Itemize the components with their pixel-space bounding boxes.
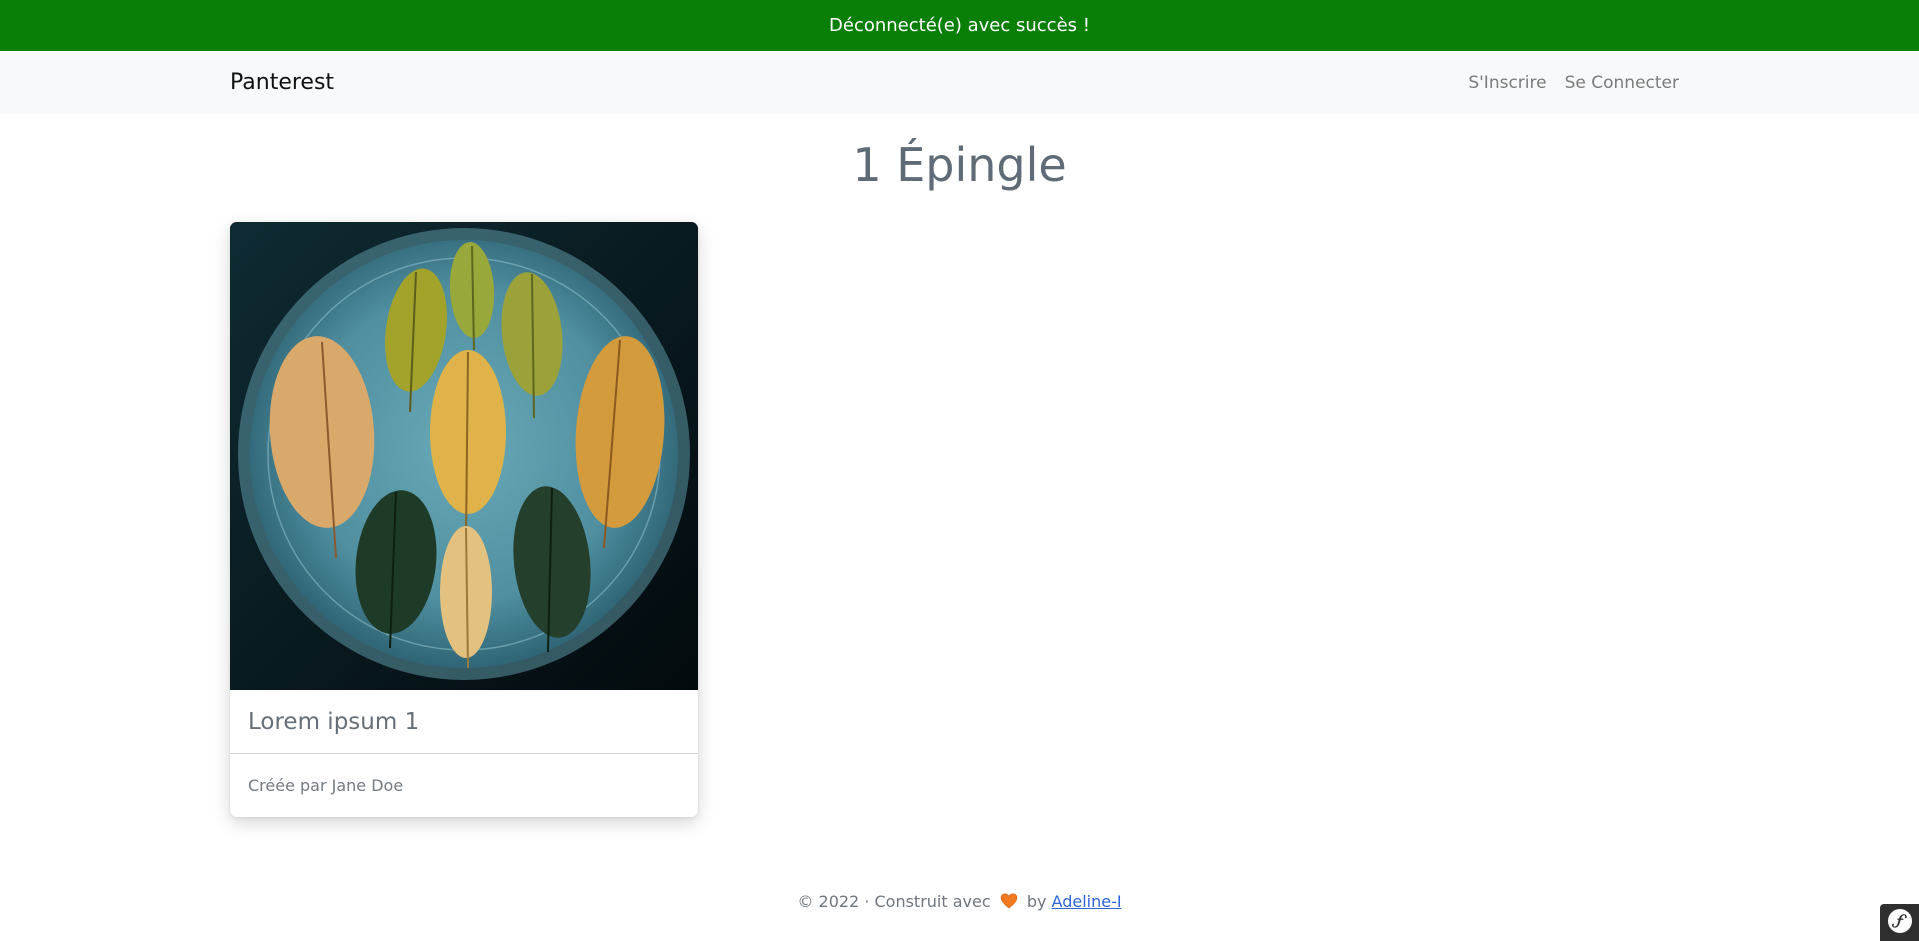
brand-link[interactable]: Panterest [230, 51, 334, 114]
heart-icon [1000, 893, 1018, 913]
author-link[interactable]: Adeline-I [1052, 892, 1122, 911]
nav-link-register[interactable]: S'Inscrire [1468, 73, 1546, 93]
page-title: 1 Épingle [852, 138, 1067, 192]
footer: © 2022 · Construit avec by Adeline-I [0, 892, 1919, 913]
footer-prefix: © 2022 · Construit avec [797, 892, 991, 911]
footer-by: by [1026, 892, 1047, 911]
symfony-icon [1887, 908, 1913, 938]
nav-link-login[interactable]: Se Connecter [1565, 73, 1679, 93]
pin-title[interactable]: Lorem ipsum 1 [230, 690, 698, 754]
flash-text: Déconnecté(e) avec succès ! [829, 15, 1090, 36]
pin-card[interactable]: Lorem ipsum 1 Créée par Jane Doe [230, 222, 698, 817]
nav-links: S'Inscrire Se Connecter [1468, 51, 1679, 114]
navbar: Panterest S'Inscrire Se Connecter [0, 51, 1919, 114]
symfony-toolbar-toggle[interactable] [1880, 904, 1919, 941]
pin-author: Créée par Jane Doe [248, 776, 404, 795]
flash-message: Déconnecté(e) avec succès ! [0, 0, 1919, 51]
pin-image[interactable] [230, 222, 698, 690]
